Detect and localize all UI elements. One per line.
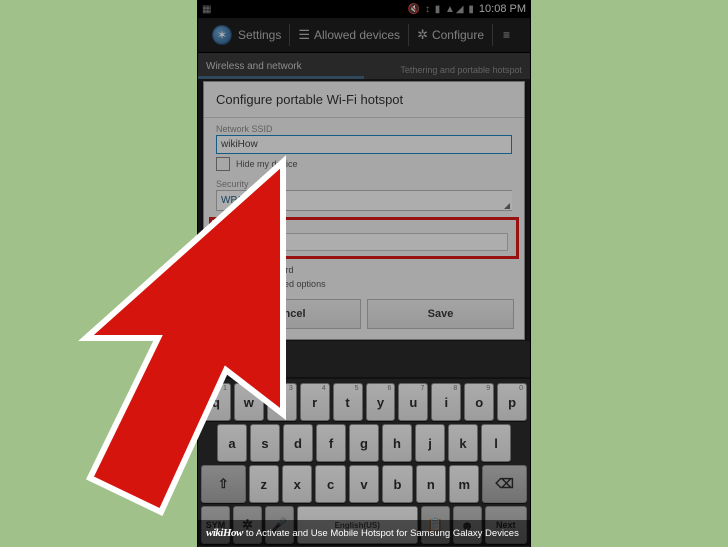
app-drawer-icon: ▦ (202, 4, 211, 15)
key-h[interactable]: h (382, 424, 412, 462)
settings-button[interactable]: ✶ Settings (198, 18, 289, 52)
settings-label: Settings (238, 28, 281, 42)
key-p[interactable]: p0 (497, 383, 527, 421)
allowed-devices-label: Allowed devices (314, 28, 400, 42)
tab-row: Wireless and network Tethering and porta… (198, 53, 530, 79)
key-c[interactable]: c (315, 465, 345, 503)
list-icon: ☰ (298, 27, 310, 43)
caption-banner: wikiHow to Activate and Use Mobile Hotsp… (198, 520, 530, 546)
configure-label: Configure (432, 28, 484, 42)
key-x[interactable]: x (282, 465, 312, 503)
status-clock: 10:08 PM (479, 3, 526, 15)
key-g[interactable]: g (349, 424, 379, 462)
key-z[interactable]: z (249, 465, 279, 503)
key-j[interactable]: j (415, 424, 445, 462)
key-f[interactable]: f (316, 424, 346, 462)
dropdown-triangle-icon (504, 203, 510, 209)
caption-text: to Activate and Use Mobile Hotspot for S… (246, 528, 519, 539)
key-s[interactable]: s (250, 424, 280, 462)
password-highlight: Password •••••••• (209, 217, 519, 259)
ssid-input[interactable]: wikiHow (216, 135, 512, 154)
key-m[interactable]: m (449, 465, 479, 503)
security-label: Security (216, 179, 512, 189)
show-advanced-option[interactable]: Show advanced options (230, 279, 326, 289)
key-l[interactable]: l (481, 424, 511, 462)
allowed-devices-button[interactable]: ☰ Allowed devices (290, 18, 408, 52)
dialog-title: Configure portable Wi-Fi hotspot (204, 82, 524, 117)
caption-brand: wikiHow (206, 527, 243, 539)
security-dropdown[interactable]: WPA2 PSK (216, 190, 512, 211)
settings-gear-icon: ✶ (212, 25, 232, 45)
key-a[interactable]: a (217, 424, 247, 462)
configure-button[interactable]: ✲ Configure (409, 18, 492, 52)
password-input[interactable]: •••••••• (220, 233, 508, 251)
action-bar: ✶ Settings ☰ Allowed devices ✲ Configure… (198, 18, 530, 53)
tab-wireless[interactable]: Wireless and network (198, 61, 364, 79)
status-bar: ▦ 🔇 ↕ ▮ ▲◢ ▮ 10:08 PM (198, 0, 530, 18)
bg-row: und (198, 340, 530, 378)
key-r[interactable]: r4 (300, 383, 330, 421)
phone-frame: ▦ 🔇 ↕ ▮ ▲◢ ▮ 10:08 PM ✶ Settings ☰ Allow… (198, 0, 530, 547)
key-t[interactable]: t5 (333, 383, 363, 421)
overflow-menu-button[interactable]: ≡ (493, 18, 520, 52)
key-d[interactable]: d (283, 424, 313, 462)
overflow-icon: ≡ (503, 28, 510, 42)
tab-tethering[interactable]: Tethering and portable hotspot (364, 65, 530, 79)
configure-hotspot-dialog: Configure portable Wi-Fi hotspot Network… (203, 81, 525, 340)
key-u[interactable]: u7 (398, 383, 428, 421)
key-v[interactable]: v (349, 465, 379, 503)
key-backspace[interactable]: ⌫ (482, 465, 527, 503)
key-e[interactable]: e3 (267, 383, 297, 421)
gear-icon: ✲ (417, 27, 428, 43)
key-k[interactable]: k (448, 424, 478, 462)
hide-device-checkbox[interactable] (216, 157, 230, 171)
key-n[interactable]: n (416, 465, 446, 503)
hide-device-label: Hide my device (236, 159, 298, 169)
key-o[interactable]: o9 (464, 383, 494, 421)
cancel-button[interactable]: Cancel (214, 299, 361, 329)
key-y[interactable]: y6 (366, 383, 396, 421)
save-button[interactable]: Save (367, 299, 514, 329)
status-icons: 🔇 ↕ ▮ ▲◢ ▮ (408, 4, 475, 15)
key-q[interactable]: q1 (201, 383, 231, 421)
key-b[interactable]: b (382, 465, 412, 503)
ssid-label: Network SSID (216, 124, 512, 134)
key-w[interactable]: w2 (234, 383, 264, 421)
key-i[interactable]: i8 (431, 383, 461, 421)
show-password-option[interactable]: Show password (230, 265, 294, 275)
password-label: Password (220, 222, 508, 232)
key-shift[interactable]: ⇧ (201, 465, 246, 503)
